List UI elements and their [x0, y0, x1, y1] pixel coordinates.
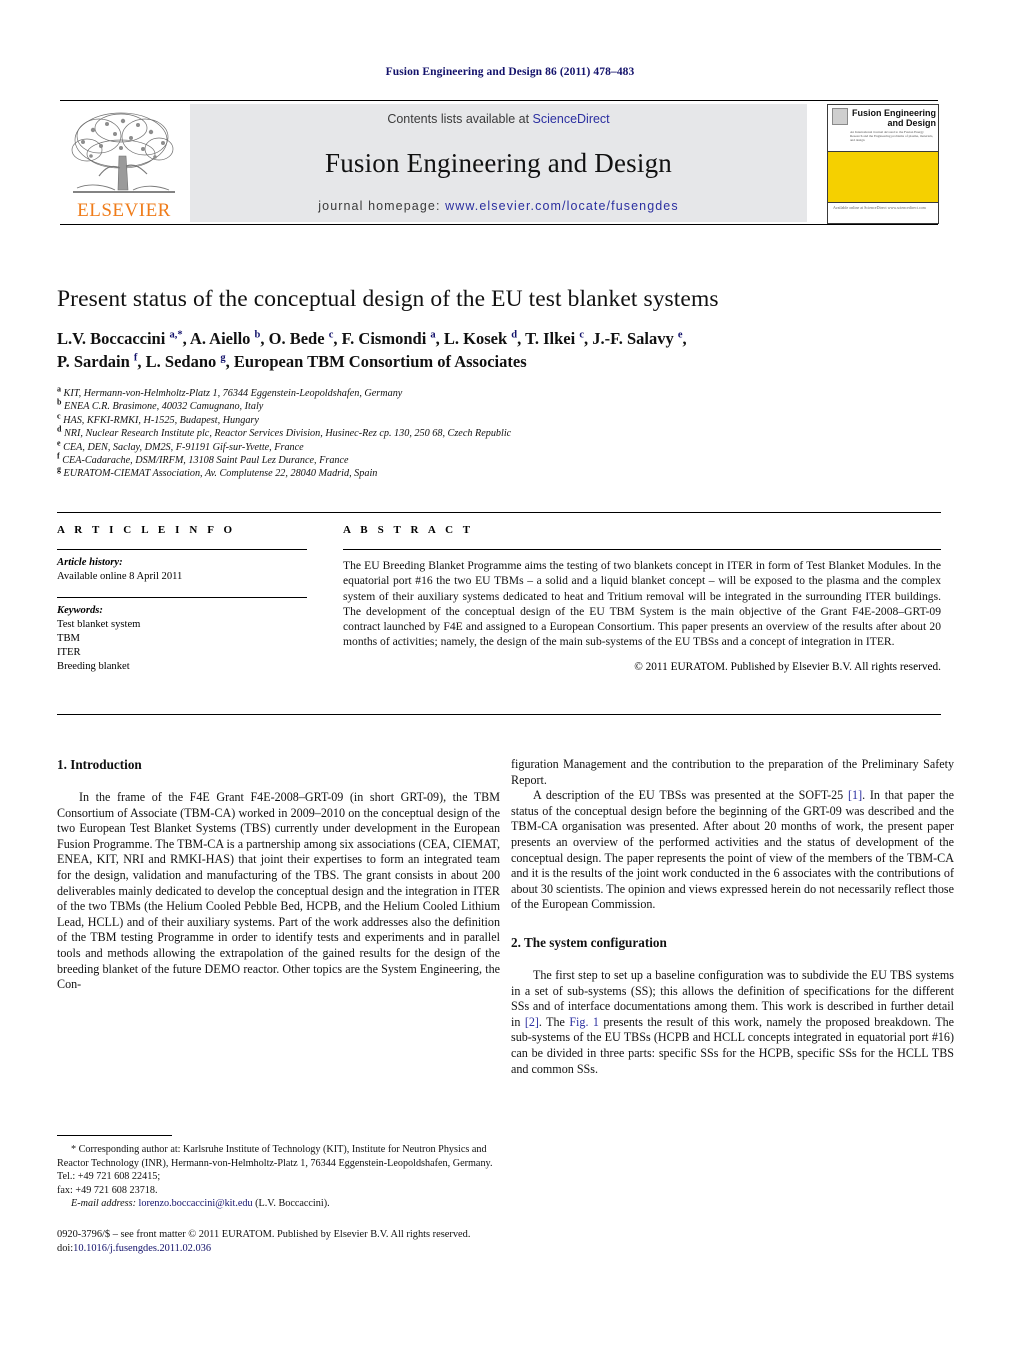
cover-bottom-section: Available online at ScienceDirect www.sc… — [828, 203, 938, 223]
abstract-text: The EU Breeding Blanket Programme aims t… — [343, 559, 941, 649]
homepage-url[interactable]: www.elsevier.com/locate/fusengdes — [445, 199, 679, 213]
contents-lists-line: Contents lists available at ScienceDirec… — [190, 112, 807, 126]
abstract-copyright: © 2011 EURATOM. Published by Elsevier B.… — [634, 660, 941, 673]
keyword-item: Test blanket system — [57, 619, 141, 630]
abstract-rule — [343, 549, 941, 550]
affiliation-item: g EURATOM-CIEMAT Association, Av. Complu… — [57, 466, 947, 480]
article-history-label: Article history: — [57, 557, 123, 568]
page-title: Present status of the conceptual design … — [57, 286, 719, 312]
section1-paragraph-2: A description of the EU TBSs was present… — [511, 788, 954, 913]
keywords-label: Keywords: — [57, 605, 103, 616]
article-info-rule-1 — [57, 549, 307, 550]
running-head: Fusion Engineering and Design 86 (2011) … — [385, 66, 635, 78]
footnote-rule — [57, 1135, 172, 1136]
sciencedirect-link[interactable]: ScienceDirect — [533, 112, 610, 126]
header-bottom-rule — [60, 224, 938, 225]
doi-line: doi:10.1016/j.fusengdes.2011.02.036 — [57, 1242, 617, 1256]
cover-name-line1: Fusion Engineering — [851, 108, 936, 118]
abstract-heading: A B S T R A C T — [343, 524, 474, 536]
citation-ref-1[interactable]: [1] — [848, 788, 862, 802]
body-column-left: 1. Introduction In the frame of the F4E … — [57, 757, 500, 993]
email-link[interactable]: lorenzo.boccaccini@kit.edu — [139, 1198, 253, 1209]
fax-note: fax: +49 721 608 23718. — [57, 1184, 158, 1196]
keyword-item: Breeding blanket — [57, 661, 130, 672]
affiliation-item: d NRI, Nuclear Research Institute plc, R… — [57, 425, 947, 440]
journal-title: Fusion Engineering and Design — [324, 148, 672, 178]
author-line-1: L.V. Boccaccini a,*, A. Aiello b, O. Bed… — [57, 329, 687, 348]
keyword-item: ITER — [57, 647, 81, 658]
email-owner: (L.V. Boccaccini). — [255, 1198, 330, 1210]
journal-homepage-line: journal homepage: www.elsevier.com/locat… — [190, 199, 807, 213]
affiliation-item: f CEA-Cadarache, DSM/IRFM, 13108 Saint P… — [57, 452, 947, 467]
doi-prefix: doi: — [57, 1243, 74, 1254]
section-heading-1: 1. Introduction — [57, 757, 142, 772]
s1p2-part-b: . In that paper the status of the concep… — [511, 788, 954, 912]
email-note: E-mail address: lorenzo.boccaccini@kit.e… — [57, 1197, 500, 1211]
article-history-value: Available online 8 April 2011 — [57, 571, 183, 582]
author-line-2: P. Sardain f, L. Sedano g, European TBM … — [57, 352, 527, 371]
doi-link[interactable]: 10.1016/j.fusengdes.2011.02.036 — [73, 1243, 211, 1254]
affiliation-text: NRI, Nuclear Research Institute plc, Rea… — [61, 428, 512, 440]
homepage-prefix: journal homepage: — [318, 199, 441, 213]
footnote-block: * Corresponding author at: Karlsruhe Ins… — [57, 1143, 500, 1211]
affiliation-text: CEA, DEN, Saclay, DM2S, F-91191 Gif-sur-… — [60, 441, 304, 453]
affiliation-text: KIT, Hermann-von-Helmholtz-Platz 1, 7634… — [61, 388, 403, 399]
author-list: L.V. Boccaccini a,*, A. Aiello b, O. Bed… — [57, 327, 947, 373]
article-page: Fusion Engineering and Design 86 (2011) … — [0, 0, 1021, 1351]
affiliation-item: b ENEA C.R. Brasimone, 40032 Camugnano, … — [57, 399, 947, 413]
infobox-top-rule — [57, 512, 941, 513]
figure-ref-1[interactable]: Fig. 1 — [569, 1015, 599, 1029]
cover-journal-name: Fusion Engineering and Design — [850, 108, 936, 128]
affiliation-text: EURATOM-CIEMAT Association, Av. Complute… — [61, 468, 378, 480]
section1-paragraph-1-continued: figuration Management and the contributi… — [511, 757, 954, 787]
header-top-rule — [60, 100, 938, 101]
elsevier-logo: ELSEVIER — [63, 106, 185, 222]
cover-bottom-text: Available online at ScienceDirect www.sc… — [833, 205, 926, 210]
body-column-right: figuration Management and the contributi… — [511, 757, 954, 1077]
cover-color-block — [828, 152, 938, 203]
section-heading-2: 2. The system configuration — [511, 934, 667, 950]
affiliation-item: c HAS, KFKI-RMKI, H-1525, Budapest, Hung… — [57, 412, 947, 427]
email-label: E-mail address: — [71, 1198, 136, 1210]
corresponding-author-note: * Corresponding author at: Karlsruhe Ins… — [57, 1144, 493, 1183]
article-info-heading: A R T I C L E I N F O — [57, 524, 236, 536]
section2-paragraph-1: The first step to set up a baseline conf… — [511, 968, 954, 1077]
elsevier-wordmark: ELSEVIER — [77, 200, 171, 221]
contents-prefix: Contents lists available at — [387, 112, 533, 126]
issn-line: 0920-3796/$ – see front matter © 2011 EU… — [57, 1229, 471, 1240]
abstract-block: A B S T R A C T The EU Breeding Blanket … — [343, 524, 941, 673]
affiliation-text: ENEA C.R. Brasimone, 40032 Camugnano, It… — [61, 401, 264, 413]
article-info-block: A R T I C L E I N F O Article history: A… — [57, 524, 307, 674]
cover-name-line2: and Design — [887, 117, 936, 128]
affiliation-item: a KIT, Hermann-von-Helmholtz-Platz 1, 76… — [57, 385, 947, 400]
elsevier-tree-icon — [71, 112, 175, 193]
keyword-list: Test blanket system TBM ITER Breeding blank… — [57, 618, 307, 674]
journal-cover-thumbnail: Fusion Engineering and Design An Interna… — [827, 104, 939, 224]
cover-publisher-mark-icon — [832, 108, 848, 125]
cover-top-section: Fusion Engineering and Design An Interna… — [828, 105, 938, 152]
affiliation-text: CEA-Cadarache, DSM/IRFM, 13108 Saint Pau… — [59, 455, 349, 467]
affiliation-item: e CEA, DEN, Saclay, DM2S, F-91191 Gif-su… — [57, 439, 947, 454]
section1-paragraph-1: In the frame of the F4E Grant F4E-2008–G… — [57, 790, 500, 992]
s2p1-part-b: . The — [538, 1014, 570, 1029]
infobox-bottom-rule — [57, 714, 941, 715]
s1p2-part-a: A description of the EU TBSs was present… — [533, 788, 848, 803]
article-info-rule-2 — [57, 597, 307, 598]
cover-subtitle: An International Journal devoted to the … — [850, 130, 934, 143]
keyword-item: TBM — [57, 633, 80, 644]
affiliation-list: a KIT, Hermann-von-Helmholtz-Platz 1, 76… — [57, 385, 947, 481]
citation-ref-2[interactable]: [2] — [525, 1015, 539, 1029]
affiliation-text: HAS, KFKI-RMKI, H-1525, Budapest, Hungar… — [60, 414, 259, 426]
issn-copyright-block: 0920-3796/$ – see front matter © 2011 EU… — [57, 1228, 617, 1256]
